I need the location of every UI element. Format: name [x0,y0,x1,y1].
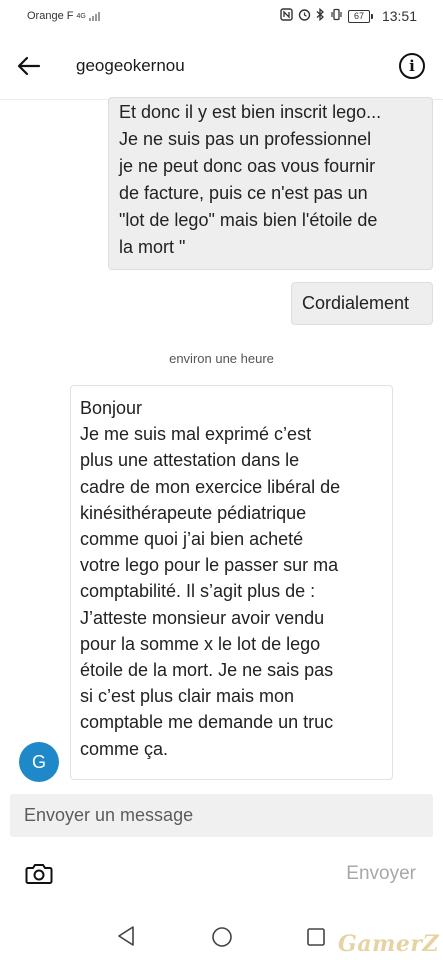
vibrate-icon [330,8,343,24]
conversation-title[interactable]: geogeokernou [76,56,399,76]
carrier-name: Orange F [27,10,74,22]
info-icon: i [409,57,415,75]
arrow-left-icon [17,56,41,76]
status-right: 67 13:51 [280,7,417,24]
nav-home-icon [212,927,232,947]
message-input-placeholder: Envoyer un message [24,805,194,825]
nav-home-button[interactable] [211,926,233,953]
battery-icon: 67 [347,9,373,23]
message-bubble-received[interactable]: Bonjour Je me suis mal exprimé c’est plu… [70,385,393,780]
conversation-header: geogeokernou i [0,32,443,100]
avatar-initial: G [31,751,46,772]
camera-button[interactable] [24,857,54,891]
message-text: Cordialement [302,293,410,313]
status-left: Orange F 4G [27,10,100,22]
message-text: Et donc il y est bien inscrit lego... Je… [119,102,382,257]
battery-level: 67 [347,9,370,23]
signal-icon [88,11,100,21]
nfc-icon [280,8,293,24]
message-input[interactable]: Envoyer un message [10,794,433,837]
network-badge: 4G [76,12,86,20]
message-bubble-sent[interactable]: Cordialement [291,282,433,325]
nav-recent-icon [307,928,325,946]
clock: 13:51 [381,8,417,24]
message-timestamp: environ une heure [169,351,274,366]
camera-icon [25,864,53,884]
message-text: Bonjour Je me suis mal exprimé c’est plu… [80,398,341,759]
nav-recent-button[interactable] [306,927,326,952]
nav-back-button[interactable] [116,925,136,952]
watermark: GamerZ [338,931,439,957]
send-button[interactable]: Envoyer [346,863,416,885]
nav-back-icon [118,926,134,946]
status-bar: Orange F 4G 67 13:51 [0,0,443,32]
bluetooth-icon [316,7,325,24]
avatar[interactable]: G [19,742,59,782]
back-button[interactable] [0,32,58,100]
message-bubble-sent[interactable]: Et donc il y est bien inscrit lego... Je… [108,97,433,270]
alarm-icon [298,8,311,24]
info-button[interactable]: i [399,53,425,79]
